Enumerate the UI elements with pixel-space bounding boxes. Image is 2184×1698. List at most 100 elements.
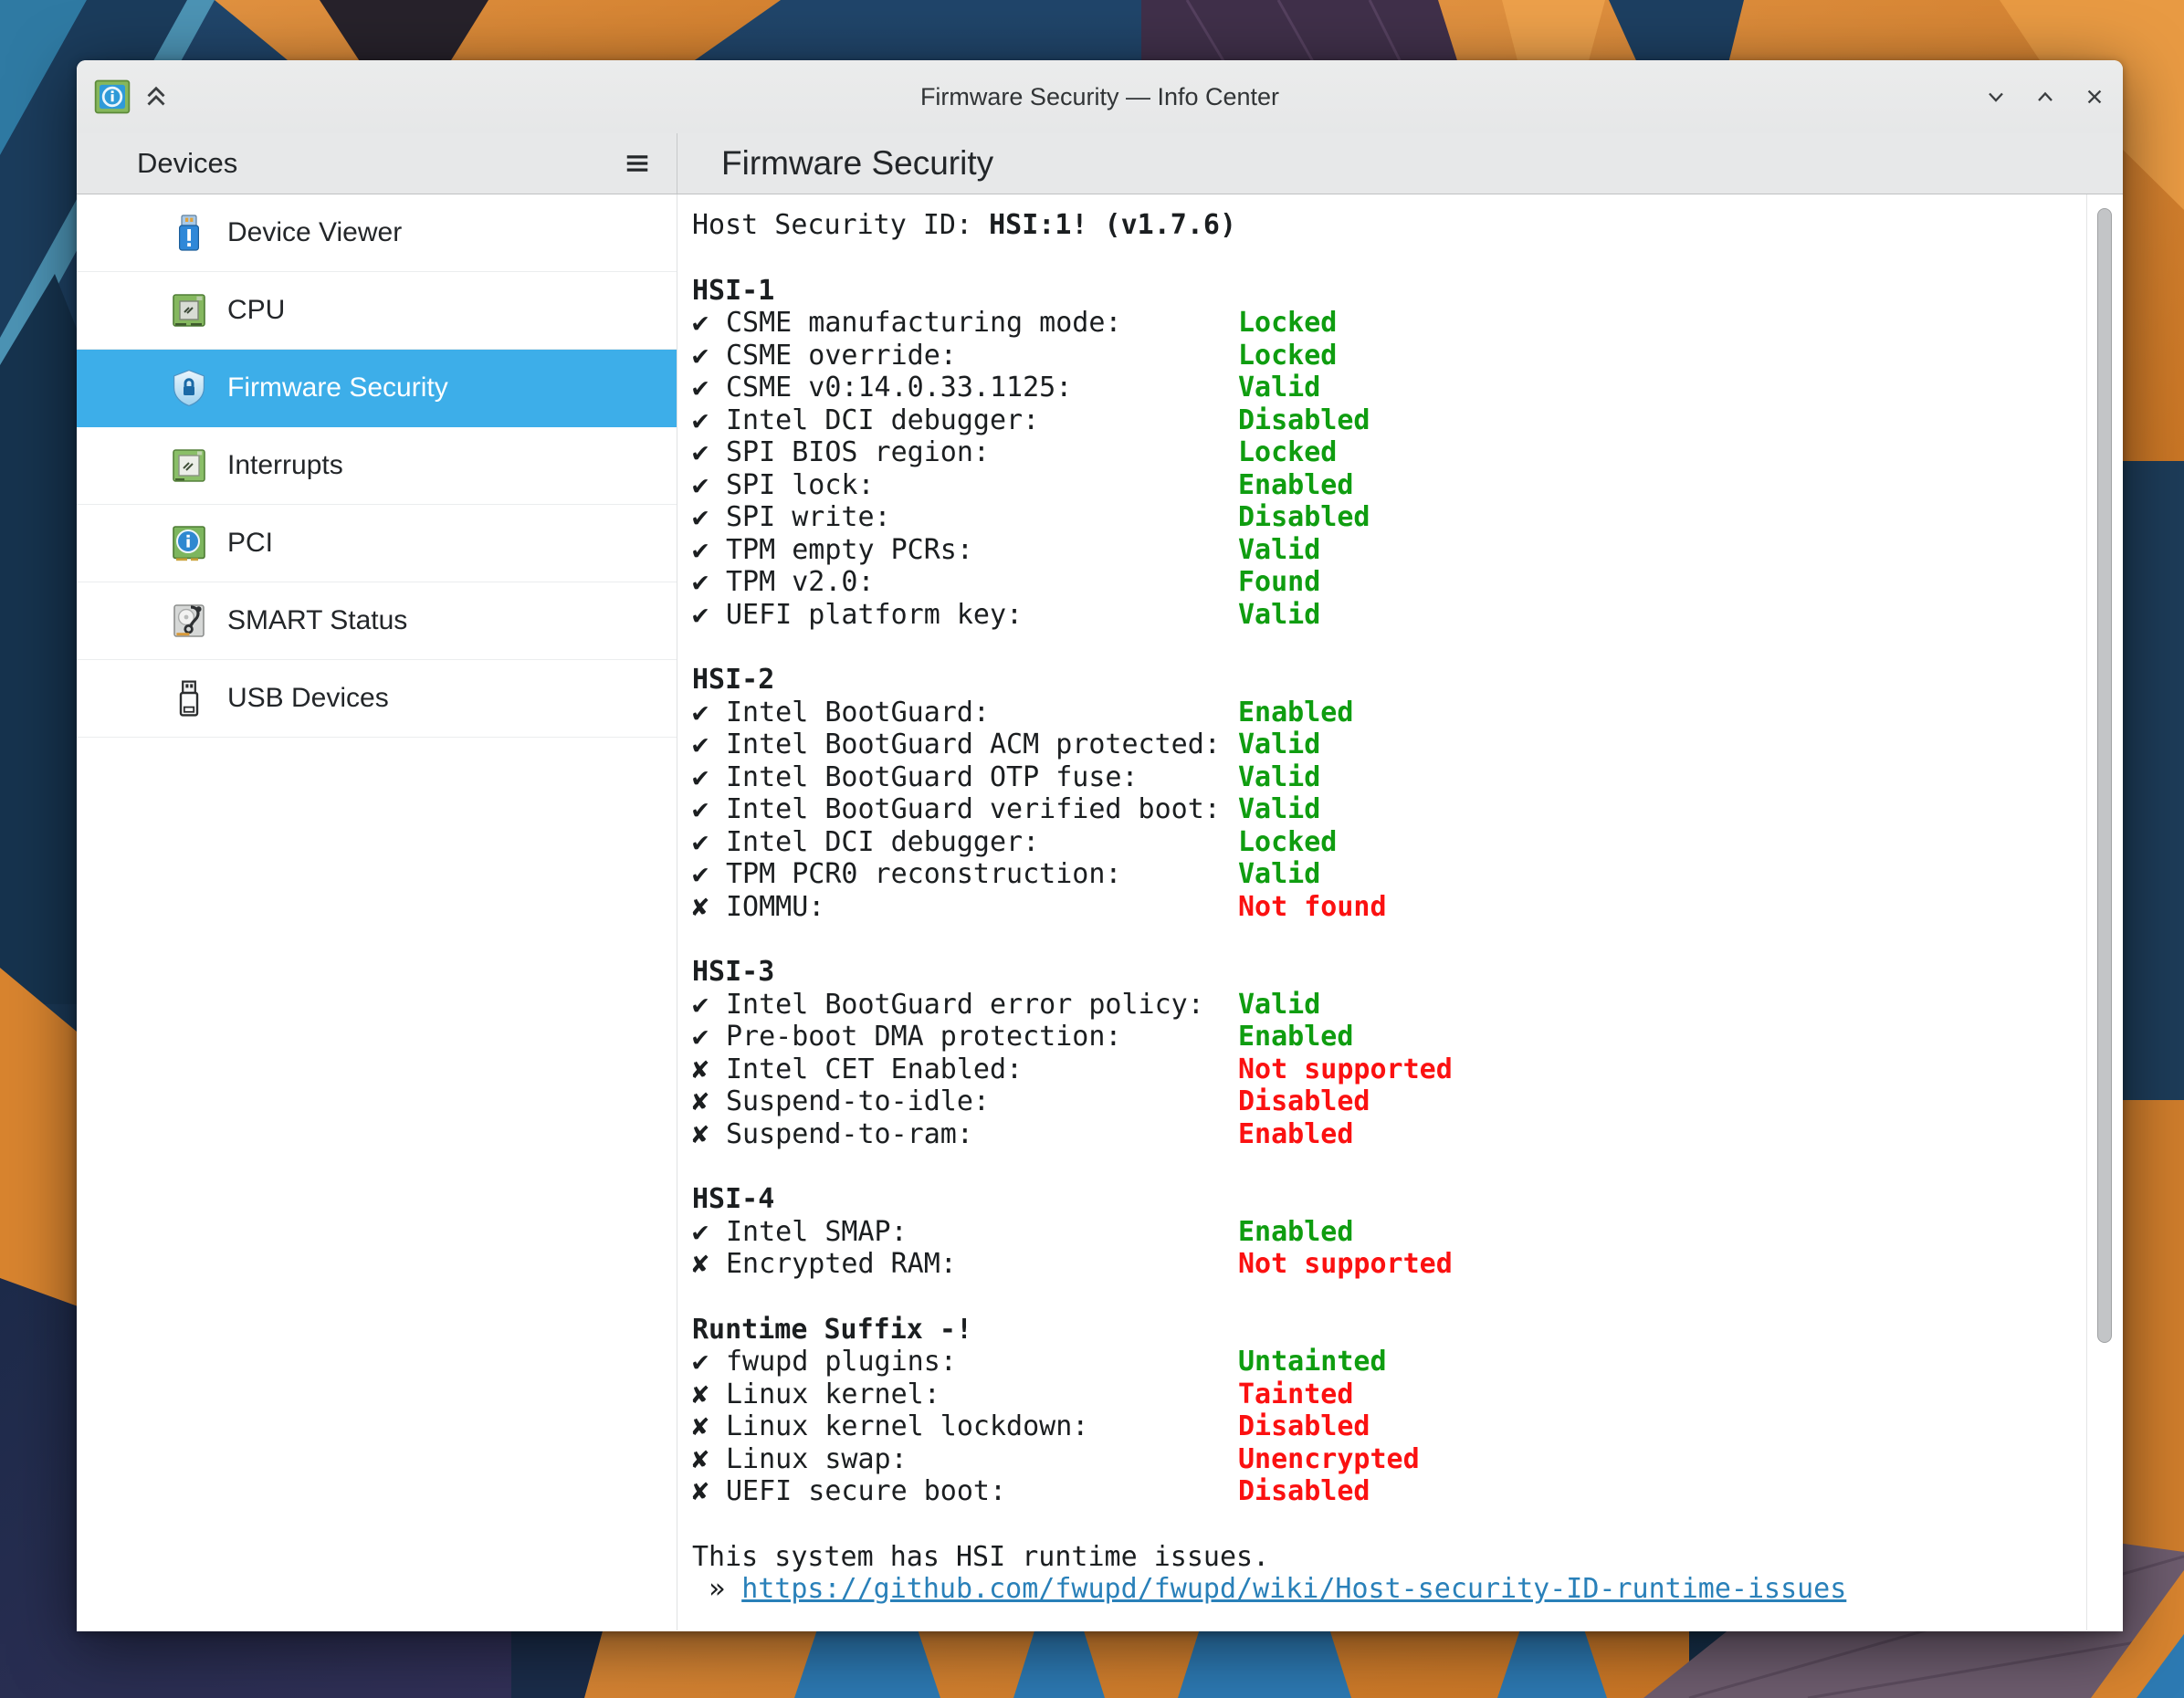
sidebar-item-smart-status[interactable]: SMART Status — [77, 582, 677, 660]
minimize-button[interactable] — [1982, 83, 2010, 110]
attribute-value: Valid — [1238, 728, 2086, 761]
section-hsi-1: HSI-1✔CSME manufacturing mode:Locked✔CSM… — [692, 275, 2086, 632]
close-button[interactable] — [2081, 83, 2108, 110]
hamburger-menu-button[interactable] — [618, 150, 656, 177]
host-security-id-line: Host Security ID: HSI:1! (v1.7.6) — [692, 209, 2086, 242]
hsi-attribute-row: ✘Suspend-to-ram:Enabled — [692, 1118, 2086, 1151]
check-mark-icon: ✔ — [692, 372, 726, 404]
attribute-value: Untainted — [1238, 1346, 2086, 1378]
attribute-value: Enabled — [1238, 469, 2086, 502]
smart-status-icon — [167, 599, 211, 643]
cross-mark-icon: ✘ — [692, 1248, 726, 1281]
attribute-label: Suspend-to-ram: — [726, 1118, 973, 1150]
attribute-label: Linux swap: — [726, 1443, 908, 1475]
check-mark-icon: ✔ — [692, 697, 726, 729]
hsi-attribute-row: ✔CSME v0:14.0.33.1125:Valid — [692, 372, 2086, 404]
attribute-label: Intel BootGuard: — [726, 697, 990, 728]
check-mark-icon: ✔ — [692, 1346, 726, 1378]
sidebar-item-label: PCI — [227, 528, 273, 559]
attribute-value: Locked — [1238, 826, 2086, 859]
check-mark-icon: ✔ — [692, 826, 726, 859]
attribute-label: TPM PCR0 reconstruction: — [726, 858, 1121, 890]
attribute-label: Intel SMAP: — [726, 1216, 908, 1248]
cross-mark-icon: ✘ — [692, 1475, 726, 1508]
sidebar-item-cpu[interactable]: CPU — [77, 272, 677, 350]
link-bullet: » — [709, 1573, 725, 1605]
check-mark-icon: ✔ — [692, 566, 726, 599]
section-title: Runtime Suffix -! — [692, 1314, 2086, 1347]
host-security-id-value: HSI:1! (v1.7.6) — [989, 209, 1236, 241]
section-title: HSI-1 — [692, 275, 2086, 308]
scrollbar-track[interactable] — [2086, 194, 2123, 1630]
hsi-attribute-row: ✔TPM empty PCRs:Valid — [692, 534, 2086, 567]
attribute-value: Valid — [1238, 599, 2086, 632]
cross-mark-icon: ✘ — [692, 1053, 726, 1086]
attribute-value: Disabled — [1238, 501, 2086, 534]
hsi-attribute-row: ✔SPI lock:Enabled — [692, 469, 2086, 502]
check-mark-icon: ✔ — [692, 469, 726, 502]
section-hsi-4: HSI-4✔Intel SMAP:Enabled✘Encrypted RAM:N… — [692, 1183, 2086, 1281]
attribute-value: Enabled — [1238, 697, 2086, 729]
page-header: Firmware Security — [677, 133, 2123, 194]
sidebar-item-firmware-security[interactable]: Firmware Security — [77, 350, 677, 427]
attribute-label: TPM v2.0: — [726, 566, 875, 598]
section-hsi-3: HSI-3✔Intel BootGuard error policy:Valid… — [692, 956, 2086, 1150]
cross-mark-icon: ✘ — [692, 1443, 726, 1476]
attribute-label: Intel BootGuard error policy: — [726, 989, 1204, 1021]
attribute-label: CSME override: — [726, 340, 957, 372]
sidebar-item-interrupts[interactable]: Interrupts — [77, 427, 677, 505]
attribute-label: CSME manufacturing mode: — [726, 307, 1121, 339]
firmware-security-icon — [167, 366, 211, 410]
hsi-attribute-row: ✔UEFI platform key: Valid — [692, 599, 2086, 632]
sidebar-item-label: Interrupts — [227, 450, 343, 481]
runtime-issues-link[interactable]: https://github.com/fwupd/fwupd/wiki/Host… — [741, 1573, 1846, 1605]
info-center-window: Firmware Security — Info Center Devices … — [77, 60, 2123, 1631]
check-mark-icon: ✔ — [692, 989, 726, 1022]
sidebar-item-label: Device Viewer — [227, 217, 402, 248]
sidebar-item-pci[interactable]: PCI — [77, 505, 677, 582]
sidebar-header-title: Devices — [137, 147, 237, 180]
hsi-attribute-row: ✔TPM v2.0:Found — [692, 566, 2086, 599]
check-mark-icon: ✔ — [692, 501, 726, 534]
sidebar: Device Viewer CPU Firmware Security Interru… — [77, 194, 677, 1630]
hsi-attribute-row: ✘IOMMU:Not found — [692, 891, 2086, 924]
cpu-icon — [167, 288, 211, 332]
attribute-label: Pre-boot DMA protection: — [726, 1021, 1121, 1053]
attribute-label: Linux kernel lockdown: — [726, 1410, 1088, 1442]
check-mark-icon: ✔ — [692, 599, 726, 632]
section-title: HSI-2 — [692, 664, 2086, 697]
check-mark-icon: ✔ — [692, 1021, 726, 1053]
attribute-value: Not supported — [1238, 1053, 2086, 1086]
section-title: HSI-4 — [692, 1183, 2086, 1216]
attribute-value: Tainted — [1238, 1378, 2086, 1411]
attribute-value: Disabled — [1238, 404, 2086, 437]
hsi-attribute-row: ✔Intel BootGuard OTP fuse:Valid — [692, 761, 2086, 794]
sidebar-item-label: Firmware Security — [227, 372, 448, 404]
cross-mark-icon: ✘ — [692, 891, 726, 924]
attribute-label: Intel BootGuard ACM protected: — [726, 728, 1221, 760]
attribute-label: UEFI platform key: — [726, 599, 1023, 631]
attribute-value: Enabled — [1238, 1021, 2086, 1053]
sidebar-item-device-viewer[interactable]: Device Viewer — [77, 194, 677, 272]
attribute-value: Valid — [1238, 989, 2086, 1022]
sidebar-header: Devices — [77, 133, 677, 194]
maximize-button[interactable] — [2032, 83, 2059, 110]
check-mark-icon: ✔ — [692, 728, 726, 761]
page-title: Firmware Security — [721, 144, 993, 183]
attribute-label: fwupd plugins: — [726, 1346, 957, 1378]
attribute-value: Valid — [1238, 858, 2086, 891]
titlebar[interactable]: Firmware Security — Info Center — [77, 60, 2123, 133]
hsi-attribute-row: ✔TPM PCR0 reconstruction:Valid — [692, 858, 2086, 891]
back-button[interactable] — [97, 150, 124, 177]
attribute-label: Intel BootGuard OTP fuse: — [726, 761, 1139, 793]
cross-mark-icon: ✘ — [692, 1118, 726, 1151]
scrollbar-thumb[interactable] — [2097, 208, 2112, 1343]
check-mark-icon: ✔ — [692, 340, 726, 372]
sidebar-item-usb-devices[interactable]: USB Devices — [77, 660, 677, 738]
attribute-label: Encrypted RAM: — [726, 1248, 957, 1280]
hsi-attribute-row: ✘Encrypted RAM:Not supported — [692, 1248, 2086, 1281]
check-mark-icon: ✔ — [692, 404, 726, 437]
attribute-label: SPI write: — [726, 501, 891, 533]
attribute-label: Intel DCI debugger: — [726, 826, 1039, 858]
attribute-value: Unencrypted — [1238, 1443, 2086, 1476]
